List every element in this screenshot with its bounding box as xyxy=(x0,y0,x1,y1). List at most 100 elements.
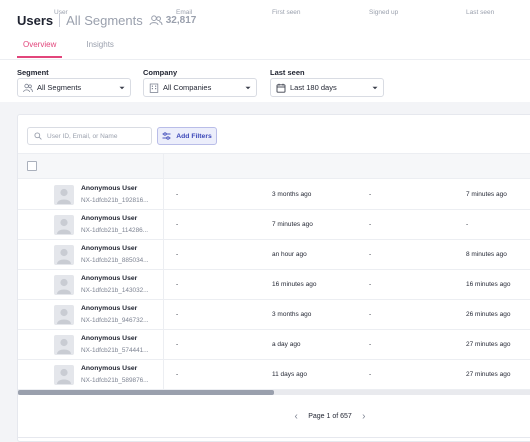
first-seen-cell: 16 minutes ago xyxy=(272,281,317,288)
email-cell: - xyxy=(176,341,179,348)
user-avatar-icon xyxy=(57,368,71,384)
column-header-first-seen[interactable]: First seen xyxy=(272,9,301,16)
column-header-last-seen[interactable]: Last seen xyxy=(466,9,494,16)
email-cell: - xyxy=(176,191,179,198)
calendar-icon xyxy=(276,83,286,93)
add-filters-button[interactable]: Add Filters xyxy=(157,127,217,145)
company-filter-label: Company xyxy=(143,68,178,77)
user-name[interactable]: Anonymous User xyxy=(81,275,137,282)
signed-up-cell: - xyxy=(369,221,372,228)
email-cell: - xyxy=(176,281,179,288)
last-seen-cell: 7 minutes ago xyxy=(466,191,507,198)
signed-up-cell: - xyxy=(369,191,372,198)
avatar xyxy=(54,275,74,295)
last-seen-cell: - xyxy=(466,221,469,228)
user-name[interactable]: Anonymous User xyxy=(81,185,137,192)
building-icon xyxy=(149,83,159,93)
last-seen-cell: 8 minutes ago xyxy=(466,251,507,258)
user-count: 32,817 xyxy=(165,14,197,26)
chevron-left-icon[interactable]: ‹ xyxy=(290,411,302,422)
user-avatar-icon xyxy=(57,218,71,234)
user-name[interactable]: Anonymous User xyxy=(81,335,137,342)
tab-overview[interactable]: Overview xyxy=(17,38,63,58)
signed-up-cell: - xyxy=(369,371,372,378)
first-seen-cell: an hour ago xyxy=(272,251,307,258)
last-seen-cell: 16 minutes ago xyxy=(466,281,511,288)
avatar xyxy=(54,215,74,235)
first-seen-cell: a day ago xyxy=(272,341,301,348)
select-all-checkbox[interactable] xyxy=(27,161,37,171)
user-name[interactable]: Anonymous User xyxy=(81,305,137,312)
first-seen-cell: 3 months ago xyxy=(272,311,312,318)
user-id: NX-1dfcb21b_192816... xyxy=(81,197,149,204)
column-header-email[interactable]: Email xyxy=(176,9,192,16)
avatar xyxy=(54,185,74,205)
segment-select-value: All Segments xyxy=(37,83,82,92)
column-header-user[interactable]: User xyxy=(54,9,68,16)
signed-up-cell: - xyxy=(369,311,372,318)
signed-up-cell: - xyxy=(369,341,372,348)
search-icon xyxy=(34,132,42,140)
tab-bar: Overview Insights xyxy=(17,38,138,58)
table-row[interactable]: Anonymous User NX-1dfcb21b_143032... - 16 m… xyxy=(18,270,530,300)
search-placeholder: User ID, Email, or Name xyxy=(47,132,118,140)
segment-title: All Segments xyxy=(66,12,143,28)
table-row[interactable]: Anonymous User NX-1dfcb21b_192816... - 3 mo… xyxy=(18,180,530,210)
user-name[interactable]: Anonymous User xyxy=(81,215,137,222)
avatar xyxy=(54,245,74,265)
card-bottom-border xyxy=(17,437,530,438)
first-seen-cell: 7 minutes ago xyxy=(272,221,313,228)
chevron-down-icon xyxy=(372,86,378,90)
last-seen-cell: 26 minutes ago xyxy=(466,311,511,318)
column-header-signed-up[interactable]: Signed up xyxy=(369,9,398,16)
user-avatar-icon xyxy=(57,308,71,324)
pagination: ‹ Page 1 of 657 › xyxy=(0,408,530,424)
table-row[interactable]: Anonymous User NX-1dfcb21b_114286... - 7 mi… xyxy=(18,210,530,240)
users-icon xyxy=(149,14,163,25)
user-avatar-icon xyxy=(57,278,71,294)
email-cell: - xyxy=(176,371,179,378)
horizontal-scrollbar-thumb[interactable] xyxy=(18,390,274,395)
email-cell: - xyxy=(176,311,179,318)
add-filters-label: Add Filters xyxy=(176,132,212,140)
users-icon xyxy=(23,83,33,92)
last-seen-select-value: Last 180 days xyxy=(290,83,337,92)
first-seen-cell: 3 months ago xyxy=(272,191,312,198)
chevron-right-icon[interactable]: › xyxy=(358,411,370,422)
user-id: NX-1dfcb21b_114286... xyxy=(81,227,149,234)
user-id: NX-1dfcb21b_574441... xyxy=(81,347,149,354)
avatar xyxy=(54,305,74,325)
email-cell: - xyxy=(176,251,179,258)
company-select[interactable]: All Companies xyxy=(143,78,257,97)
last-seen-cell: 27 minutes ago xyxy=(466,341,511,348)
search-input[interactable]: User ID, Email, or Name xyxy=(27,127,152,145)
user-avatar-icon xyxy=(57,188,71,204)
tab-insights[interactable]: Insights xyxy=(86,38,114,58)
user-id: NX-1dfcb21b_143032... xyxy=(81,287,149,294)
avatar xyxy=(54,365,74,385)
segment-filter-label: Segment xyxy=(17,68,49,77)
user-id: NX-1dfcb21b_946732... xyxy=(81,317,149,324)
chevron-down-icon xyxy=(119,86,125,90)
user-avatar-icon xyxy=(57,248,71,264)
table-row[interactable]: Anonymous User NX-1dfcb21b_885034... - an h… xyxy=(18,240,530,270)
page-indicator: Page 1 of 657 xyxy=(308,412,352,420)
signed-up-cell: - xyxy=(369,251,372,258)
table-row[interactable]: Anonymous User NX-1dfcb21b_946732... - 3 mo… xyxy=(18,300,530,330)
user-id: NX-1dfcb21b_885034... xyxy=(81,257,149,264)
sliders-icon xyxy=(162,132,171,140)
user-name[interactable]: Anonymous User xyxy=(81,365,137,372)
last-seen-cell: 27 minutes ago xyxy=(466,371,511,378)
table-row[interactable]: Anonymous User NX-1dfcb21b_589876... - 11 d… xyxy=(18,360,530,390)
user-avatar-icon xyxy=(57,338,71,354)
segment-select[interactable]: All Segments xyxy=(17,78,131,97)
table-header xyxy=(18,153,530,179)
page-title: Users xyxy=(17,12,54,28)
company-select-value: All Companies xyxy=(163,83,212,92)
signed-up-cell: - xyxy=(369,281,372,288)
last-seen-select[interactable]: Last 180 days xyxy=(270,78,384,97)
page-header: Users All Segments 32,817 xyxy=(17,10,196,30)
page: Users All Segments 32,817 Overview Insig… xyxy=(0,0,530,442)
table-row[interactable]: Anonymous User NX-1dfcb21b_574441... - a da… xyxy=(18,330,530,360)
user-name[interactable]: Anonymous User xyxy=(81,245,137,252)
